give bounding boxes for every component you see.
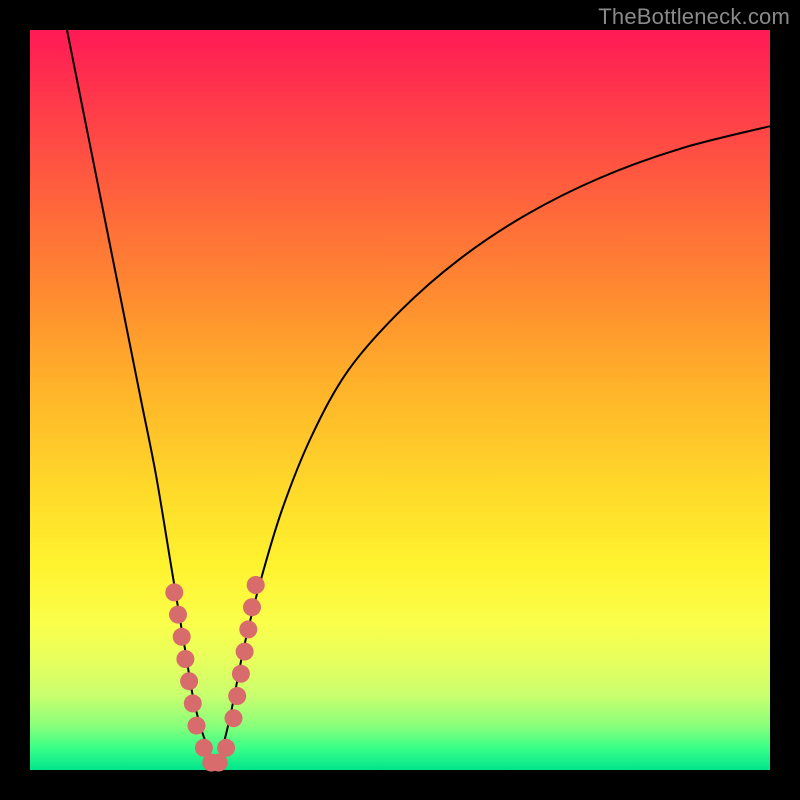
right-curve	[215, 126, 770, 770]
data-dot	[232, 665, 250, 683]
data-dot	[173, 628, 191, 646]
data-dot	[165, 583, 183, 601]
data-dots	[165, 576, 264, 772]
data-dot	[176, 650, 194, 668]
data-dot	[217, 739, 235, 757]
plot-area	[30, 30, 770, 770]
chart-frame: TheBottleneck.com	[0, 0, 800, 800]
data-dot	[247, 576, 265, 594]
data-dot	[228, 687, 246, 705]
data-dot	[184, 694, 202, 712]
data-dot	[180, 672, 198, 690]
data-dot	[243, 598, 261, 616]
chart-svg	[30, 30, 770, 770]
data-dot	[169, 606, 187, 624]
data-dot	[188, 717, 206, 735]
data-dot	[225, 709, 243, 727]
data-dot	[239, 620, 257, 638]
watermark-text: TheBottleneck.com	[598, 4, 790, 30]
data-dot	[236, 643, 254, 661]
